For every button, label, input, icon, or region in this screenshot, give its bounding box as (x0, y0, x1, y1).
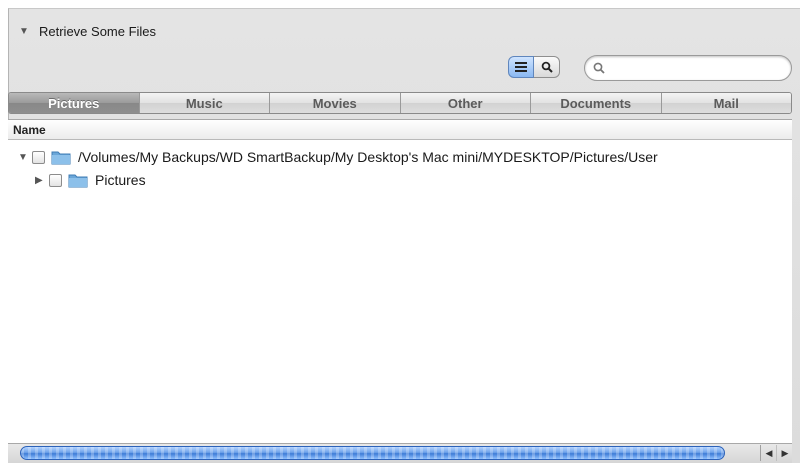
horizontal-scrollbar[interactable]: ◀ ▶ (8, 443, 792, 463)
row-path-label: /Volumes/My Backups/WD SmartBackup/My De… (78, 149, 658, 165)
search-view-button[interactable] (534, 56, 560, 78)
disclosure-triangle-icon[interactable]: ▼ (19, 26, 29, 37)
folder-icon (68, 172, 88, 188)
search-icon (593, 62, 605, 74)
panel-title: Retrieve Some Files (39, 23, 157, 39)
disclosure-collapsed-icon[interactable]: ▶ (35, 175, 49, 186)
tab-music[interactable]: Music (139, 93, 270, 113)
folder-icon (51, 149, 71, 165)
scroll-left-button[interactable]: ◀ (760, 445, 777, 461)
scrollbar-thumb[interactable] (20, 446, 725, 460)
scroll-right-button[interactable]: ▶ (776, 445, 793, 461)
row-checkbox[interactable] (32, 150, 45, 164)
tab-movies[interactable]: Movies (270, 93, 401, 113)
search-field[interactable] (584, 55, 792, 81)
category-tabs: Pictures Music Movies Other Documents Ma… (8, 92, 792, 114)
arrow-left-icon: ◀ (765, 447, 773, 458)
arrow-right-icon: ▶ (781, 447, 789, 458)
tab-documents[interactable]: Documents (531, 93, 662, 113)
column-header-label: Name (13, 122, 46, 137)
panel-header[interactable]: ▼ Retrieve Some Files (19, 22, 156, 40)
disclosure-expanded-icon[interactable]: ▼ (18, 152, 32, 163)
list-item[interactable]: ▼ /Volumes/My Backups/WD SmartBackup/My … (18, 147, 658, 167)
file-list: Name ▼ /Volumes/My Backups/WD SmartBacku… (8, 119, 792, 443)
row-checkbox[interactable] (49, 173, 62, 187)
list-view-button[interactable] (508, 56, 534, 78)
tab-pictures[interactable]: Pictures (9, 93, 140, 113)
tab-mail[interactable]: Mail (661, 93, 791, 113)
search-input[interactable] (609, 60, 783, 76)
list-view-icon (515, 62, 527, 72)
magnifier-icon (541, 61, 553, 73)
list-item[interactable]: ▶ Pictures (35, 170, 146, 190)
tab-other[interactable]: Other (400, 93, 531, 113)
row-folder-label: Pictures (95, 172, 146, 188)
column-header-name[interactable]: Name (8, 120, 792, 140)
